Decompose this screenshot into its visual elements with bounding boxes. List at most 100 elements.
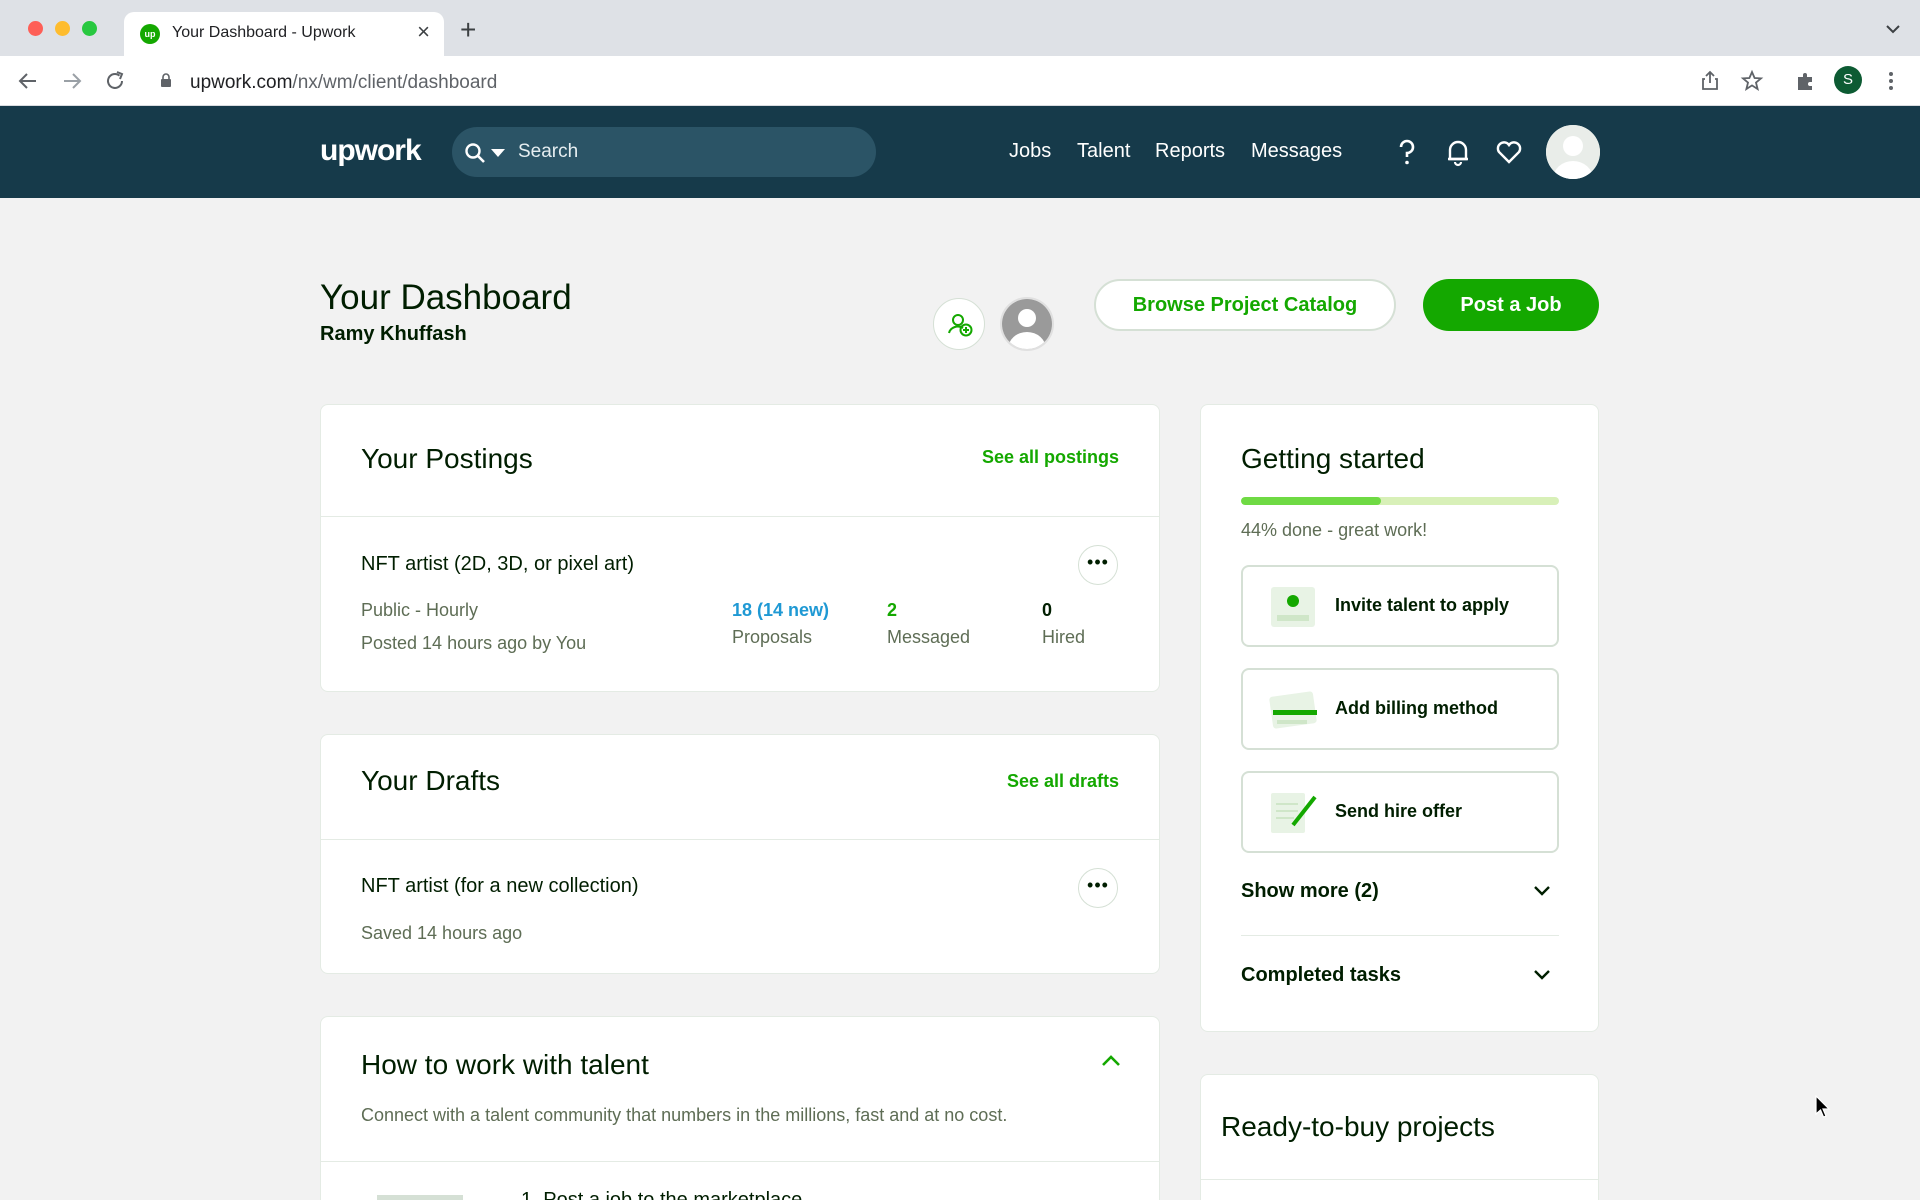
progress-bar xyxy=(1241,497,1559,505)
browser-profile-avatar[interactable]: S xyxy=(1834,66,1862,94)
address-bar[interactable]: upwork.com/nx/wm/client/dashboard xyxy=(142,62,1792,100)
task-invite-talent[interactable]: Invite talent to apply xyxy=(1241,565,1559,647)
divider xyxy=(1241,935,1559,936)
draft-saved-date: Saved 14 hours ago xyxy=(361,923,523,943)
draft-title[interactable]: NFT artist (for a new collection) xyxy=(361,875,639,898)
user-silhouette-icon xyxy=(1002,299,1052,349)
reload-icon[interactable] xyxy=(103,69,127,93)
posting-date: Posted 14 hours ago by You xyxy=(361,633,587,653)
search-input[interactable] xyxy=(518,139,818,165)
show-more-toggle[interactable]: Show more (2) xyxy=(1241,878,1559,908)
progress-text: 44% done - great work! xyxy=(1241,520,1428,540)
show-more-label: Show more (2) xyxy=(1241,880,1379,902)
back-arrow-icon[interactable] xyxy=(16,69,40,93)
ready-to-buy-card: Ready-to-buy projects xyxy=(1200,1074,1599,1200)
task-send-hire-offer[interactable]: Send hire offer xyxy=(1241,771,1559,853)
postings-title: Your Postings xyxy=(361,443,533,474)
team-avatar[interactable] xyxy=(1000,297,1054,351)
task-label: Add billing method xyxy=(1335,698,1498,718)
task-label: Send hire offer xyxy=(1335,801,1463,821)
task-label: Invite talent to apply xyxy=(1335,595,1510,615)
ready-to-buy-title: Ready-to-buy projects xyxy=(1221,1111,1495,1142)
how-to-card: How to work with talent Connect with a t… xyxy=(320,1016,1160,1200)
divider xyxy=(321,516,1159,517)
top-navigation: upwork Jobs Talent Reports Messages xyxy=(0,106,1920,198)
window-minimize-button[interactable] xyxy=(55,21,70,36)
search-bar[interactable] xyxy=(452,127,876,177)
url-path: /nx/wm/client/dashboard xyxy=(292,72,498,93)
browser-menu-icon[interactable] xyxy=(1879,69,1903,93)
url-host: upwork.com xyxy=(190,72,293,93)
heart-icon[interactable] xyxy=(1494,137,1524,167)
divider xyxy=(321,839,1159,840)
browser-toolbar: upwork.com/nx/wm/client/dashboard S xyxy=(0,56,1920,106)
address-url: upwork.com/nx/wm/client/dashboard xyxy=(190,72,497,94)
hired-count: 0 xyxy=(1042,600,1053,620)
user-silhouette-icon xyxy=(1546,125,1600,179)
hired-label: Hired xyxy=(1042,627,1086,647)
browser-tab[interactable]: up Your Dashboard - Upwork × xyxy=(124,12,444,56)
step-illustration xyxy=(377,1195,463,1200)
how-to-title: How to work with talent xyxy=(361,1049,649,1080)
posting-visibility: Public - Hourly xyxy=(361,600,479,620)
progress-fill xyxy=(1241,497,1381,505)
search-type-caret-icon[interactable] xyxy=(491,149,505,157)
lock-icon xyxy=(161,73,171,87)
completed-tasks-toggle[interactable]: Completed tasks xyxy=(1241,962,1559,992)
nav-link-jobs[interactable]: Jobs xyxy=(1009,140,1051,163)
bookmark-star-icon[interactable] xyxy=(1740,69,1764,93)
help-icon[interactable] xyxy=(1392,137,1422,167)
nav-link-talent[interactable]: Talent xyxy=(1077,140,1130,163)
see-all-postings-link[interactable]: See all postings xyxy=(982,447,1119,468)
see-all-drafts-link[interactable]: See all drafts xyxy=(1007,771,1119,792)
add-team-member-button[interactable] xyxy=(933,298,985,350)
search-icon xyxy=(465,143,485,163)
invite-talent-illustration-icon xyxy=(1271,587,1315,627)
proposals-label: Proposals xyxy=(732,627,813,647)
window-close-button[interactable] xyxy=(28,21,43,36)
post-a-job-button[interactable]: Post a Job xyxy=(1423,279,1599,331)
new-tab-icon[interactable]: + xyxy=(460,16,476,44)
add-user-icon xyxy=(948,314,973,337)
getting-started-card: Getting started 44% done - great work! I… xyxy=(1200,404,1599,1032)
upwork-logo[interactable]: upwork xyxy=(320,134,422,168)
bell-icon[interactable] xyxy=(1443,137,1473,167)
tab-title: Your Dashboard - Upwork xyxy=(172,24,356,41)
drafts-card: Your Drafts See all drafts NFT artist (f… xyxy=(320,734,1160,974)
drafts-title: Your Drafts xyxy=(361,765,501,796)
step-1-label: 1. Post a job to the marketplace xyxy=(521,1189,803,1200)
window-maximize-button[interactable] xyxy=(82,21,97,36)
posting-title[interactable]: NFT artist (2D, 3D, or pixel art) xyxy=(361,553,634,576)
posting-more-options-button[interactable]: ••• xyxy=(1078,545,1118,585)
chevron-down-icon xyxy=(1534,970,1550,980)
how-to-subtitle: Connect with a talent community that num… xyxy=(361,1105,1008,1125)
divider xyxy=(1201,1179,1598,1180)
task-add-billing[interactable]: Add billing method xyxy=(1241,668,1559,750)
messaged-count[interactable]: 2 xyxy=(887,600,897,621)
user-name: Ramy Khuffash xyxy=(320,323,467,345)
forward-arrow-icon[interactable] xyxy=(60,69,84,93)
proposals-count[interactable]: 18 (14 new) xyxy=(732,600,829,621)
tab-search-chevron-icon[interactable] xyxy=(1884,20,1902,38)
page-title: Your Dashboard xyxy=(320,278,572,317)
nav-link-reports[interactable]: Reports xyxy=(1155,140,1225,163)
mouse-cursor-icon xyxy=(1815,1095,1831,1118)
billing-card-illustration-icon xyxy=(1269,691,1317,729)
extensions-puzzle-icon[interactable] xyxy=(1794,69,1818,93)
upwork-favicon-icon: up xyxy=(140,24,160,44)
postings-card: Your Postings See all postings NFT artis… xyxy=(320,404,1160,692)
getting-started-title: Getting started xyxy=(1241,443,1425,474)
divider xyxy=(321,1161,1159,1162)
share-icon[interactable] xyxy=(1698,69,1722,93)
chevron-down-icon xyxy=(1534,886,1550,896)
browse-project-catalog-button[interactable]: Browse Project Catalog xyxy=(1094,279,1396,331)
draft-more-options-button[interactable]: ••• xyxy=(1078,868,1118,908)
chevron-up-icon[interactable] xyxy=(1099,1053,1123,1069)
messaged-label: Messaged xyxy=(887,627,971,647)
browser-tab-bar: up Your Dashboard - Upwork × + xyxy=(0,0,1920,56)
tab-close-icon[interactable]: × xyxy=(417,20,430,44)
completed-tasks-label: Completed tasks xyxy=(1241,964,1402,986)
nav-link-messages[interactable]: Messages xyxy=(1251,140,1342,163)
user-avatar[interactable] xyxy=(1546,125,1600,179)
hire-offer-document-icon xyxy=(1271,793,1317,833)
